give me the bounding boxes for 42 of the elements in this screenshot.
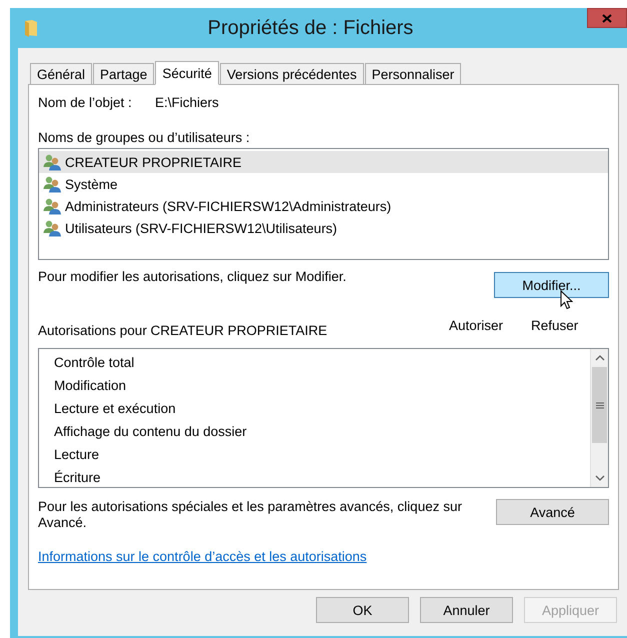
scroll-up-icon[interactable] (594, 355, 604, 361)
tab[interactable]: Versions précédentes (220, 63, 364, 84)
dialog-button[interactable]: OK (316, 597, 409, 623)
tab[interactable]: Général (30, 63, 92, 84)
group-item[interactable]: Utilisateurs (SRV-FICHIERSW12\Utilisateurs) (39, 217, 608, 239)
mouse-pointer-icon (560, 290, 573, 310)
scroll-grip-icon (596, 402, 604, 408)
window-title: Propriétés de : Fichiers (206, 16, 414, 40)
users-icon (43, 198, 63, 214)
object-name-label: Nom de l’objet : (38, 95, 133, 110)
users-icon (43, 176, 63, 192)
tab[interactable]: Sécurité (155, 61, 219, 85)
permissions-title: Autorisations pour CREATEUR PROPRIETAIRE (38, 323, 328, 338)
close-button[interactable] (587, 8, 627, 28)
tab[interactable]: Personnaliser (364, 63, 462, 84)
users-icon (43, 220, 63, 236)
scrollbar[interactable] (590, 349, 608, 487)
group-item[interactable]: CREATEUR PROPRIETAIRE (39, 151, 608, 173)
advanced-button[interactable]: Avancé (496, 499, 609, 525)
users-icon (43, 154, 63, 170)
permission-item: Modification (54, 378, 126, 393)
help-link[interactable]: Informations sur le contrôle d’accès et les autorisations (38, 549, 367, 564)
permission-item: Lecture et exécution (54, 401, 176, 416)
group-item[interactable]: Administrateurs (SRV-FICHIERSW12\Administrateurs) (39, 195, 608, 217)
modify-button[interactable]: Modifier... (494, 272, 609, 298)
tab[interactable]: Partage (93, 63, 154, 84)
column-header: Autoriser (449, 318, 504, 333)
folder-icon (24, 19, 38, 37)
object-name-value: E:\Fichiers (155, 95, 219, 110)
edit-hint: Pour modifier les autorisations, cliquez sur Modifier. (38, 269, 346, 284)
scroll-thumb[interactable] (592, 367, 607, 443)
column-header: Refuser (531, 318, 580, 333)
advanced-hint: Pour les autorisations spéciales et les paramètres avancés, cliquez sur Avancé. (38, 499, 463, 531)
scroll-down-icon[interactable] (594, 475, 604, 481)
permission-item: Écriture (54, 470, 101, 485)
permission-item: Lecture (54, 447, 100, 462)
group-item[interactable]: Système (39, 173, 608, 195)
permission-item: Affichage du contenu du dossier (54, 424, 247, 439)
groups-label: Noms de groupes ou d’utilisateurs : (38, 130, 250, 145)
dialog-button[interactable]: Annuler (420, 597, 513, 623)
permission-item: Contrôle total (54, 355, 134, 370)
close-icon (602, 14, 612, 22)
